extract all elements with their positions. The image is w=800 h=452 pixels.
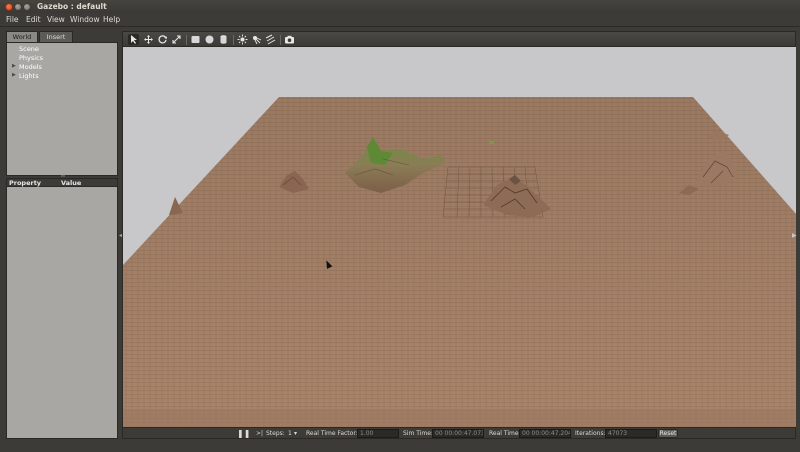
menu-bar: File Edit View Window Help (0, 13, 800, 27)
scale-icon[interactable] (171, 34, 182, 45)
menu-view[interactable]: View (47, 15, 65, 24)
menu-file[interactable]: File (6, 15, 19, 24)
value-column-header: Value (61, 179, 82, 187)
rtf-label: Real Time Factor: (306, 430, 358, 437)
toolbar-separator (280, 35, 281, 45)
green-marker (489, 141, 494, 144)
rtf-field: 1.00 (357, 429, 399, 438)
tree-item-lights[interactable]: Lights (19, 72, 39, 80)
tab-insert[interactable]: Insert (39, 31, 73, 42)
panel-splitter-handle[interactable] (61, 175, 65, 177)
menu-edit[interactable]: Edit (26, 15, 41, 24)
tree-item-models[interactable]: Models (19, 63, 42, 71)
sim-time-label: Sim Time: (403, 430, 433, 437)
reset-button[interactable]: Reset (658, 429, 678, 438)
minimize-button[interactable] (14, 3, 22, 11)
pause-icon[interactable]: ❚❚ (237, 429, 250, 438)
iterations-field: 47073 (605, 429, 657, 438)
translate-icon[interactable] (143, 34, 154, 45)
tree-item-physics[interactable]: Physics (19, 54, 43, 62)
expand-arrow-icon[interactable]: ▶ (12, 72, 16, 78)
bottom-status-bar: ❚❚ >| Steps: 1 ▾ Real Time Factor: 1.00 … (122, 427, 796, 439)
3d-viewport[interactable] (122, 47, 796, 427)
spot-light-icon[interactable] (251, 34, 262, 45)
property-column-header: Property (9, 179, 42, 187)
menu-window[interactable]: Window (70, 15, 100, 24)
screenshot-icon[interactable] (284, 34, 295, 45)
rotate-icon[interactable] (157, 34, 168, 45)
toolbar-separator (186, 35, 187, 45)
box-icon[interactable] (190, 34, 201, 45)
step-icon[interactable]: >| (256, 430, 263, 437)
property-header: Property Value (7, 179, 117, 187)
real-time-field: 00 00:00:47.204 (519, 429, 571, 438)
iterations-label: Iterations: (575, 430, 606, 437)
point-light-icon[interactable] (237, 34, 248, 45)
sim-time-field: 00 00:00:47.073 (432, 429, 484, 438)
tab-world[interactable]: World (6, 31, 38, 42)
left-panel: World Insert Scene Physics ▶ Models ▶ Li… (5, 31, 118, 439)
tree-item-scene[interactable]: Scene (19, 45, 39, 53)
real-time-label: Real Time: (489, 430, 521, 437)
toolbar-separator (233, 35, 234, 45)
sphere-icon[interactable] (204, 34, 215, 45)
close-button[interactable] (5, 3, 13, 11)
world-tree: Scene Physics ▶ Models ▶ Lights (6, 42, 118, 176)
property-panel: Property Value (6, 178, 118, 439)
steps-dropdown-icon[interactable]: ▾ (294, 430, 297, 437)
steps-value[interactable]: 1 (288, 430, 292, 437)
expand-arrow-icon[interactable]: ▶ (12, 63, 16, 69)
title-bar: Gazebo : default (0, 0, 800, 13)
menu-help[interactable]: Help (103, 15, 120, 24)
toolbar (122, 31, 796, 47)
directional-light-icon[interactable] (265, 34, 276, 45)
window-title: Gazebo : default (37, 2, 107, 11)
select-arrow-icon[interactable] (128, 34, 139, 45)
maximize-button[interactable] (23, 3, 31, 11)
cylinder-icon[interactable] (218, 34, 229, 45)
steps-label: Steps: (266, 430, 285, 437)
collapse-right-icon[interactable]: ▶ (792, 232, 797, 239)
scene-render (123, 47, 796, 427)
